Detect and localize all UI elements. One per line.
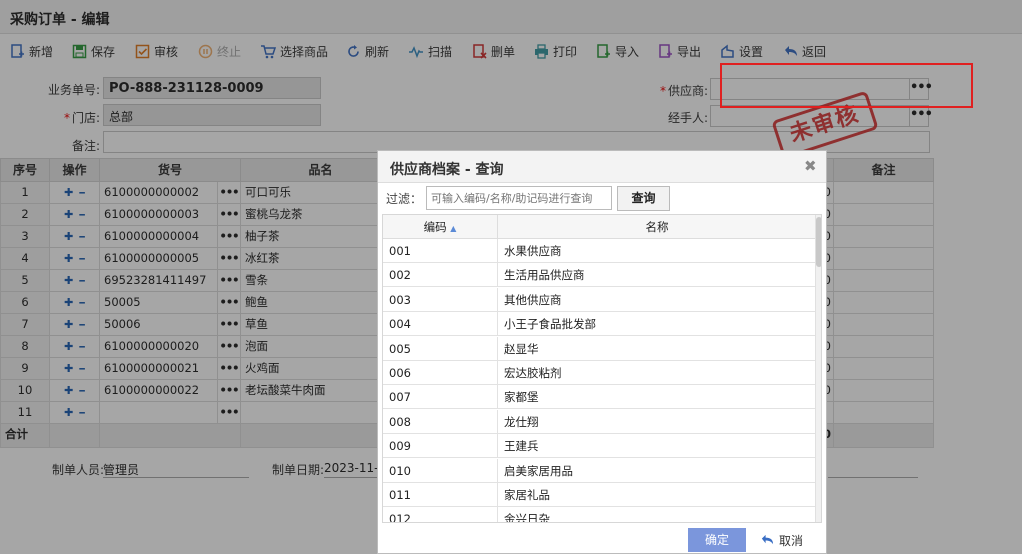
col-header-supplier-name[interactable]: 名称 [498, 215, 816, 239]
highlight-box [720, 63, 973, 108]
sort-asc-icon: ▲ [450, 224, 457, 233]
supplier-row[interactable]: 006 宏达胶粘剂 [383, 361, 815, 385]
back-arrow-icon [761, 534, 774, 545]
ok-button[interactable]: 确定 [688, 528, 746, 552]
supplier-name-cell: 龙仕翔 [498, 410, 815, 434]
supplier-name-cell: 金兴日杂 [498, 507, 815, 522]
supplier-row[interactable]: 009 王建兵 [383, 434, 815, 459]
filter-input[interactable] [426, 186, 612, 210]
supplier-row[interactable]: 002 生活用品供应商 [383, 263, 815, 288]
supplier-code-cell: 006 [383, 361, 498, 385]
supplier-code-cell: 008 [383, 409, 498, 434]
supplier-name-cell: 赵显华 [498, 337, 815, 361]
supplier-code-cell: 009 [383, 434, 498, 459]
supplier-row[interactable]: 008 龙仕翔 [383, 409, 815, 434]
supplier-row[interactable]: 011 家居礼品 [383, 483, 815, 507]
supplier-row[interactable]: 001 水果供应商 [383, 239, 815, 263]
supplier-name-cell: 家都堡 [498, 385, 815, 410]
supplier-name-cell: 宏达胶粘剂 [498, 361, 815, 385]
col-header-supplier-code[interactable]: 编码 ▲ [383, 215, 498, 239]
supplier-code-cell: 003 [383, 287, 498, 312]
supplier-name-cell: 王建兵 [498, 434, 815, 459]
supplier-code-cell: 010 [383, 458, 498, 483]
supplier-code-cell: 011 [383, 483, 498, 507]
supplier-query-dialog: 供应商档案 - 查询 ✖ 过滤： 查询 编码 ▲ 名称 001水果供应商002生… [377, 150, 827, 554]
supplier-name-cell: 水果供应商 [498, 239, 815, 263]
supplier-name-cell: 启美家居用品 [498, 459, 815, 483]
filter-label: 过滤： [386, 192, 423, 206]
supplier-table: 编码 ▲ 名称 001 水果供应商 002 生活用品供应商 003 其他供应商 004 小王子… [382, 214, 822, 523]
supplier-code-cell: 002 [383, 263, 498, 288]
supplier-row[interactable]: 005 赵显华 [383, 336, 815, 361]
scrollbar-thumb[interactable] [816, 217, 821, 267]
query-button[interactable]: 查询 [617, 186, 670, 211]
scrollbar[interactable] [815, 215, 821, 522]
close-icon[interactable]: ✖ [804, 157, 817, 175]
dialog-header: 供应商档案 - 查询 ✖ [378, 151, 826, 183]
supplier-code-cell: 012 [383, 507, 498, 522]
supplier-code-cell: 007 [383, 385, 498, 410]
supplier-name-cell: 家居礼品 [498, 483, 815, 507]
cancel-button[interactable]: 取消 [760, 529, 803, 551]
supplier-row[interactable]: 010 启美家居用品 [383, 458, 815, 483]
supplier-row[interactable]: 012 金兴日杂 [383, 507, 815, 522]
supplier-row[interactable]: 007 家都堡 [383, 385, 815, 410]
supplier-row[interactable]: 004 小王子食品批发部 [383, 312, 815, 337]
dialog-title: 供应商档案 - 查询 [390, 162, 504, 178]
supplier-code-cell: 004 [383, 312, 498, 337]
supplier-row[interactable]: 003 其他供应商 [383, 287, 815, 312]
supplier-name-cell: 生活用品供应商 [498, 263, 815, 288]
supplier-code-cell: 005 [383, 336, 498, 361]
supplier-name-cell: 小王子食品批发部 [498, 312, 815, 337]
supplier-name-cell: 其他供应商 [498, 288, 815, 312]
supplier-code-cell: 001 [383, 239, 498, 263]
